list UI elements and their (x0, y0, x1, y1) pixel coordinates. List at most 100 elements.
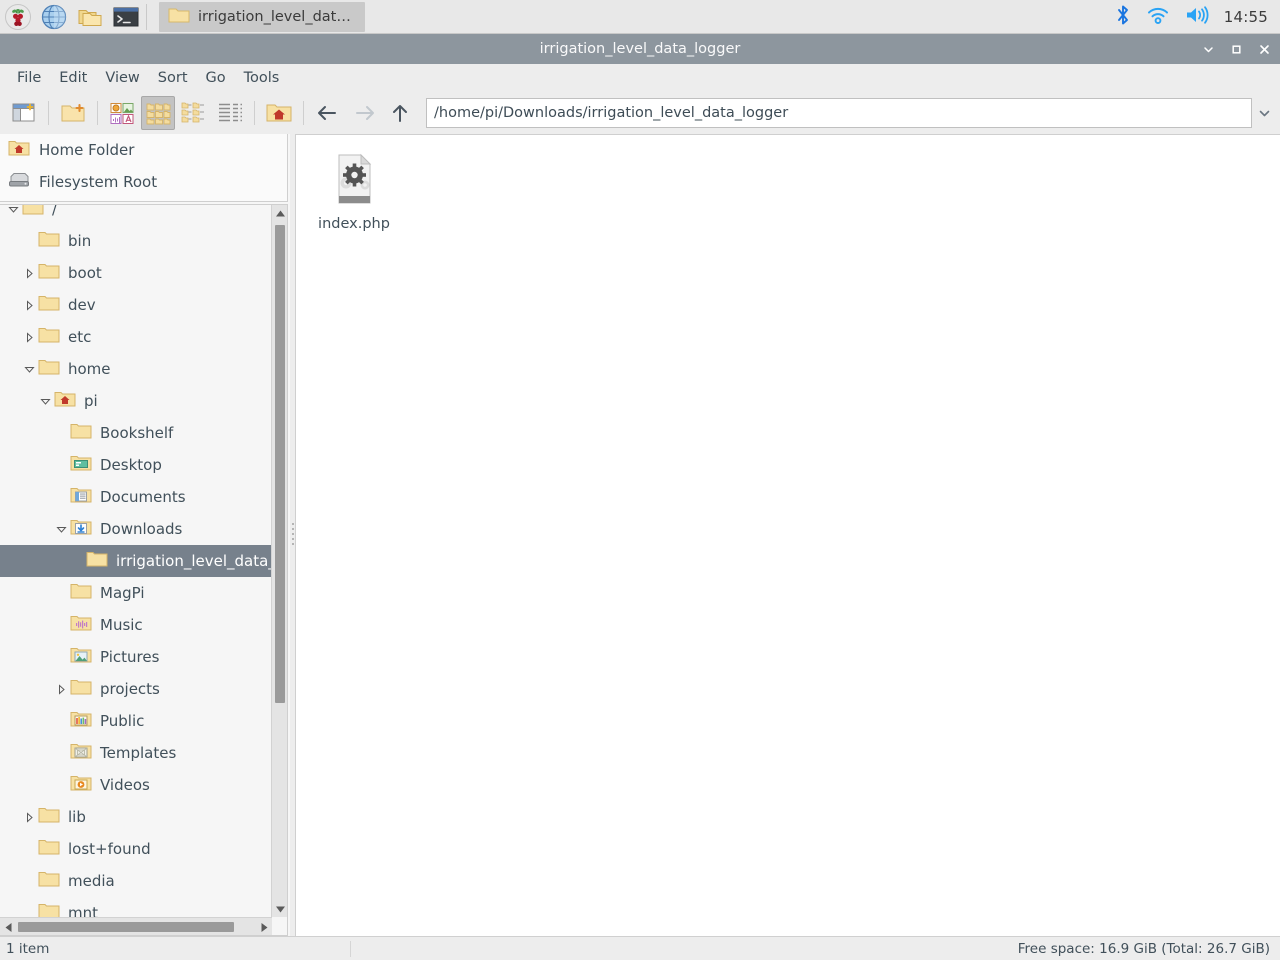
file-item-label: index.php (318, 216, 390, 232)
web-browser-icon[interactable] (36, 1, 72, 33)
folder-icon (70, 582, 92, 604)
scroll-down-arrow-icon[interactable] (272, 901, 287, 917)
tree-vertical-scrollbar[interactable] (271, 205, 287, 917)
home-button[interactable] (262, 96, 296, 130)
menu-tools[interactable]: Tools (235, 67, 289, 89)
tree-item-selected[interactable]: irrigation_level_data_logger (0, 545, 272, 577)
thumbnail-view-button[interactable] (105, 96, 139, 130)
tree-item[interactable]: projects (0, 673, 272, 705)
tree-item[interactable]: Documents (0, 481, 272, 513)
tree-item[interactable]: pi (0, 385, 272, 417)
new-folder-button[interactable] (56, 96, 90, 130)
folder-icon (38, 232, 60, 247)
tree-item[interactable]: Pictures (0, 641, 272, 673)
tree-item[interactable]: home (0, 353, 272, 385)
chevron-down-icon[interactable] (36, 385, 54, 417)
chevron-down-icon[interactable] (52, 513, 70, 545)
tree-item[interactable]: etc (0, 321, 272, 353)
tree-item[interactable]: / (0, 205, 272, 225)
path-dropdown-button[interactable] (1254, 107, 1274, 120)
tree-item[interactable]: dev (0, 289, 272, 321)
chevron-down-icon[interactable] (4, 205, 22, 225)
status-item-count: 1 item (6, 940, 50, 957)
toolbar-separator (303, 101, 304, 125)
tree-horizontal-scrollbar[interactable] (0, 917, 272, 935)
tree-item[interactable]: Public (0, 705, 272, 737)
folder-icon (38, 902, 60, 917)
home-folder-icon (8, 139, 30, 161)
tree-item-label: media (68, 872, 115, 890)
path-input[interactable]: /home/pi/Downloads/irrigation_level_data… (426, 98, 1252, 128)
scroll-left-arrow-icon[interactable] (0, 918, 16, 935)
statusbar: 1 item Free space: 16.9 GiB (Total: 26.7… (0, 936, 1280, 960)
file-item[interactable]: index.php (308, 145, 400, 232)
new-window-button[interactable] (7, 96, 41, 130)
taskbar-window-button[interactable]: irrigation_level_data_l… (159, 1, 365, 32)
new-window-icon (12, 103, 35, 122)
raspberry-menu-icon[interactable] (0, 1, 36, 33)
maximize-button[interactable] (1228, 41, 1244, 57)
sidebar: Home Folder Filesystem Root / bin boot dev e… (0, 134, 290, 936)
tree-scroll-thumb[interactable] (275, 225, 285, 703)
tree-item-label: Music (100, 616, 143, 634)
detailed-list-view-button[interactable] (213, 96, 247, 130)
chevron-down-icon[interactable] (20, 353, 38, 385)
tree-item[interactable]: Downloads (0, 513, 272, 545)
menu-edit[interactable]: Edit (50, 67, 96, 89)
folder-icon (38, 840, 60, 855)
volume-icon[interactable] (1184, 5, 1210, 29)
tree-item[interactable]: lost+found (0, 833, 272, 865)
place-home-folder[interactable]: Home Folder (0, 134, 287, 166)
tree-item[interactable]: Templates (0, 737, 272, 769)
toolbar-separator (254, 101, 255, 125)
tree-hscroll-thumb[interactable] (18, 922, 234, 932)
menu-file[interactable]: File (8, 67, 50, 89)
chevron-right-icon[interactable] (52, 673, 70, 705)
directory-tree: / bin boot dev etc home pi Bookshelf Desktop Docu… (0, 204, 288, 936)
tree-item[interactable]: Desktop (0, 449, 272, 481)
tree-item-label: boot (68, 264, 102, 282)
tree-item[interactable]: boot (0, 257, 272, 289)
menu-go[interactable]: Go (197, 67, 235, 89)
tree-item[interactable]: bin (0, 225, 272, 257)
tree-item[interactable]: MagPi (0, 577, 272, 609)
chevron-right-icon[interactable] (20, 801, 38, 833)
back-button[interactable] (311, 96, 345, 130)
menu-sort[interactable]: Sort (149, 67, 197, 89)
tree-item[interactable]: Bookshelf (0, 417, 272, 449)
terminal-icon[interactable] (108, 1, 144, 33)
music-folder-icon (70, 614, 92, 636)
window-titlebar[interactable]: irrigation_level_data_logger (0, 34, 1280, 64)
minimize-button[interactable] (1200, 41, 1216, 57)
bluetooth-icon[interactable] (1114, 4, 1132, 30)
close-button[interactable] (1256, 41, 1272, 57)
tree-item[interactable]: Videos (0, 769, 272, 801)
chevron-right-icon[interactable] (20, 257, 38, 289)
public-folder-icon (70, 710, 92, 732)
chevron-right-icon[interactable] (20, 289, 38, 321)
up-button[interactable] (383, 96, 417, 130)
icon-view-button[interactable] (141, 96, 175, 130)
file-manager-icon[interactable] (72, 1, 108, 33)
menu-view[interactable]: View (96, 67, 148, 89)
tree-item[interactable]: Music (0, 609, 272, 641)
tree-item-label: Pictures (100, 648, 160, 666)
wifi-icon[interactable] (1146, 5, 1170, 29)
place-filesystem-root[interactable]: Filesystem Root (0, 166, 287, 198)
folder-icon (38, 838, 60, 860)
chevron-right-icon[interactable] (20, 321, 38, 353)
home-folder-icon (266, 104, 292, 122)
tree-item[interactable]: mnt (0, 897, 272, 917)
scroll-up-arrow-icon[interactable] (272, 205, 287, 221)
scroll-right-arrow-icon[interactable] (256, 918, 272, 935)
clock[interactable]: 14:55 (1224, 8, 1268, 26)
tree-item[interactable]: media (0, 865, 272, 897)
tree-item[interactable]: lib (0, 801, 272, 833)
compact-view-button[interactable] (177, 96, 211, 130)
file-list-pane[interactable]: index.php (295, 134, 1280, 936)
